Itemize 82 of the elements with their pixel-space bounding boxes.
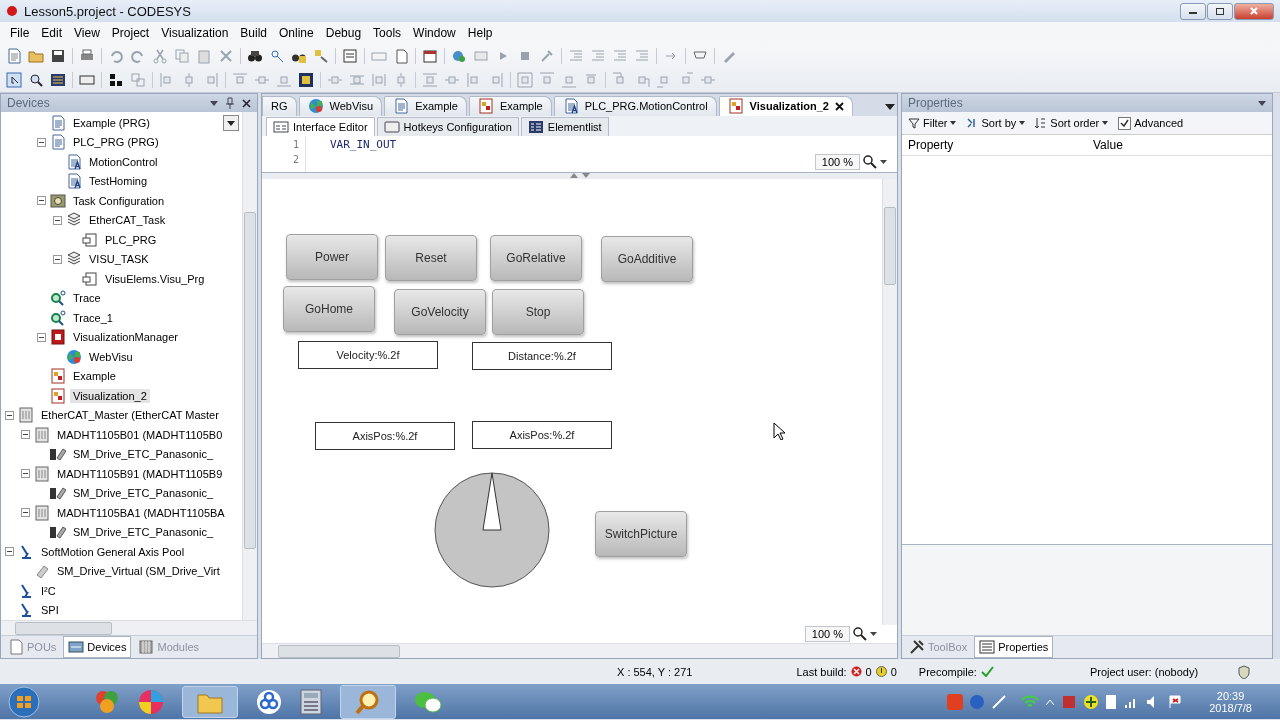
menu-item[interactable]: Visualization <box>155 26 235 40</box>
document-tab[interactable]: Visualization_2 <box>718 95 853 116</box>
menu-item[interactable]: View <box>68 26 106 40</box>
tree-item[interactable]: SM_Drive_Virtual (SM_Drive_Virt <box>54 564 223 579</box>
checkbox-label: Advanced <box>1134 117 1184 129</box>
tree-item[interactable]: Example <box>70 369 119 384</box>
cursor-coordinates: X : 554, Y : 271 <box>617 665 693 678</box>
tree-item[interactable]: Example (PRG) <box>70 115 154 130</box>
warning-count: 0 <box>890 665 897 678</box>
column-header: Value <box>1092 138 1124 152</box>
visu-button[interactable]: GoVelocity <box>394 288 486 335</box>
menu-item[interactable]: Online <box>273 26 320 40</box>
clock-date: 2018/7/8 <box>1209 701 1252 714</box>
tree-item[interactable]: WebVisu <box>86 349 136 364</box>
tree-item[interactable]: PLC_PRG (PRG) <box>70 135 162 150</box>
tree-item[interactable]: MADHT1105B91 (MADHT1105B9 <box>54 466 226 481</box>
document-tab[interactable]: PLC_PRG.MotionControl <box>553 95 717 116</box>
code-line: VAR_IN_OUT <box>330 137 398 151</box>
panel-title: Properties <box>908 96 964 110</box>
window-title: Lesson5.project - CODESYS <box>24 3 192 19</box>
tree-item[interactable]: EtherCAT_Task <box>86 213 169 228</box>
tree-item[interactable]: VisuElems.Visu_Prg <box>102 271 208 286</box>
visu-textfield: Distance:%.2f <box>472 341 612 370</box>
tree-item[interactable]: SM_Drive_ETC_Panasonic_ <box>70 486 216 501</box>
panel-title: Devices <box>7 96 51 110</box>
tree-item[interactable]: EtherCAT_Master (EtherCAT Master <box>38 408 222 423</box>
document-tab[interactable]: Example <box>384 95 467 116</box>
menu-item[interactable]: Edit <box>35 26 69 40</box>
column-header: Property <box>907 138 955 152</box>
menu-item[interactable]: Debug <box>319 26 368 40</box>
visu-button[interactable]: Power <box>286 233 378 280</box>
visu-button[interactable]: GoAdditive <box>601 235 693 282</box>
project-user: Project user: (nobody) <box>1089 665 1199 678</box>
status-label: Last build: <box>796 665 847 678</box>
tree-item[interactable]: SPI <box>38 603 62 618</box>
tree-item[interactable]: Trace <box>70 291 104 306</box>
visu-button[interactable]: SwitchPicture <box>595 510 687 557</box>
visu-button[interactable]: Reset <box>385 234 477 281</box>
line-number: 1 <box>291 137 299 151</box>
menu-item[interactable]: Tools <box>367 26 408 40</box>
tree-item[interactable]: VISU_TASK <box>86 252 152 267</box>
zoom-field[interactable]: 100 % <box>814 153 860 170</box>
tree-item[interactable]: SM_Drive_ETC_Panasonic_ <box>70 525 216 540</box>
toolbar-dropdown[interactable]: Sort by <box>966 117 1026 129</box>
menu-item[interactable]: Project <box>105 26 156 40</box>
tree-item[interactable]: SM_Drive_ETC_Panasonic_ <box>70 447 216 462</box>
tree-item[interactable]: Trace_1 <box>70 310 116 325</box>
clock-time: 20:39 <box>1216 689 1245 702</box>
panel-tab[interactable]: Devices <box>63 636 132 658</box>
toolbar-dropdown[interactable]: Filter <box>908 117 957 129</box>
visu-textfield: Velocity:%.2f <box>298 340 438 369</box>
tree-item[interactable]: VisualizationManager <box>70 330 181 345</box>
visu-button[interactable]: GoRelative <box>490 234 582 281</box>
toolbar-dropdown[interactable]: Sort order <box>1035 117 1109 129</box>
editor-tab[interactable]: Elementlist <box>520 116 609 136</box>
error-count: 0 <box>865 665 872 678</box>
tree-item[interactable]: Task Configuration <box>70 193 168 208</box>
document-tab[interactable]: RG <box>262 95 297 116</box>
menu-item[interactable]: File <box>4 26 36 40</box>
menu-item[interactable]: Build <box>234 26 274 40</box>
visu-button[interactable]: GoHome <box>283 285 375 332</box>
editor-tab[interactable]: Interface Editor <box>266 116 375 136</box>
tree-item[interactable]: MADHT1105B01 (MADHT1105B0 <box>54 427 226 442</box>
tree-item[interactable]: TestHoming <box>86 174 151 189</box>
tree-item[interactable]: MADHT1105BA1 (MADHT1105BA <box>54 505 228 520</box>
document-tab[interactable]: Example <box>468 95 552 116</box>
visu-textfield: AxisPos:%.2f <box>315 421 455 450</box>
tree-item[interactable]: I²C <box>38 583 59 598</box>
visu-textfield: AxisPos:%.2f <box>472 420 612 449</box>
panel-tab[interactable]: Properties <box>974 636 1054 658</box>
tree-item[interactable]: PLC_PRG <box>102 232 160 247</box>
zoom-field[interactable]: 100 % <box>804 626 850 643</box>
visu-button[interactable]: Stop <box>492 288 584 335</box>
tree-item[interactable]: Visualization_2 <box>70 388 150 403</box>
tree-item[interactable]: MotionControl <box>86 154 161 169</box>
editor-tab[interactable]: Hotkeys Configuration <box>376 116 519 136</box>
menu-item[interactable]: Window <box>407 26 462 40</box>
status-label: Precompile: <box>918 665 977 678</box>
document-tab[interactable]: WebVisu <box>298 95 383 116</box>
menu-item[interactable]: Help <box>461 26 499 40</box>
line-number: 2 <box>291 152 299 166</box>
tree-item[interactable]: SoftMotion General Axis Pool <box>38 544 188 559</box>
